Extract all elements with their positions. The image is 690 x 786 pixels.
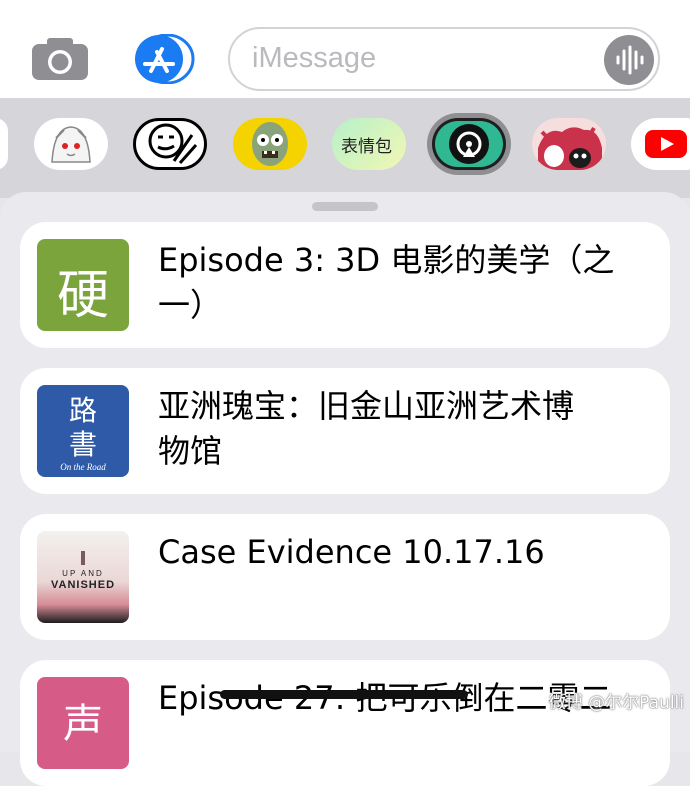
episode-artwork: UP AND VANISHED (37, 531, 129, 623)
sticker-partial-icon[interactable] (0, 118, 8, 170)
episode-artwork: 路 書 On the Road (37, 385, 129, 477)
episode-title: Episode 3: 3D 电影的美学（之 一） (158, 241, 615, 324)
youtube-app-icon[interactable] (631, 118, 690, 170)
episode-card[interactable]: 硬 Episode 3: 3D 电影的美学（之 一） (20, 222, 670, 348)
home-indicator[interactable] (220, 690, 468, 699)
episode-card[interactable]: 声 Episode 27: 把可乐倒在二零二 (20, 660, 670, 786)
message-input-bar: iMessage (0, 0, 690, 98)
episode-sheet: 硬 Episode 3: 3D 电影的美学（之 一） 路 書 On the Ro… (0, 192, 690, 786)
episode-title: 亚洲瑰宝：旧金山亚洲艺术博 物馆 (158, 387, 575, 470)
episode-artwork: 声 (37, 677, 129, 769)
voice-waveform-icon[interactable] (604, 35, 654, 85)
episode-card[interactable]: UP AND VANISHED Case Evidence 10.17.16 (20, 514, 670, 640)
biaoqingbao-app-icon[interactable]: 表情包 (332, 118, 406, 170)
watermark: 微博 @尔尔Paulli (548, 693, 684, 713)
episode-artwork: 硬 (37, 239, 129, 331)
biaoqingbao-label: 表情包 (341, 137, 392, 157)
artwork-glyph: 硬 (56, 266, 109, 326)
stickman-sticker-icon[interactable] (133, 118, 207, 170)
sheet-grabber[interactable] (312, 202, 378, 211)
ghost-sticker-icon[interactable] (34, 118, 108, 170)
imessage-input[interactable]: iMessage (228, 27, 660, 91)
episode-title: Case Evidence 10.17.16 (158, 533, 545, 571)
camera-icon[interactable] (30, 36, 90, 82)
app-store-icon[interactable] (129, 33, 195, 85)
podcast-share-app-icon[interactable] (427, 113, 511, 175)
episode-card[interactable]: 路 書 On the Road 亚洲瑰宝：旧金山亚洲艺术博 物馆 (20, 368, 670, 494)
monster-sticker-icon[interactable] (532, 118, 606, 170)
zombie-sticker-icon[interactable] (233, 118, 307, 170)
app-drawer: 表情包 (0, 98, 690, 198)
imessage-placeholder: iMessage (252, 42, 377, 74)
